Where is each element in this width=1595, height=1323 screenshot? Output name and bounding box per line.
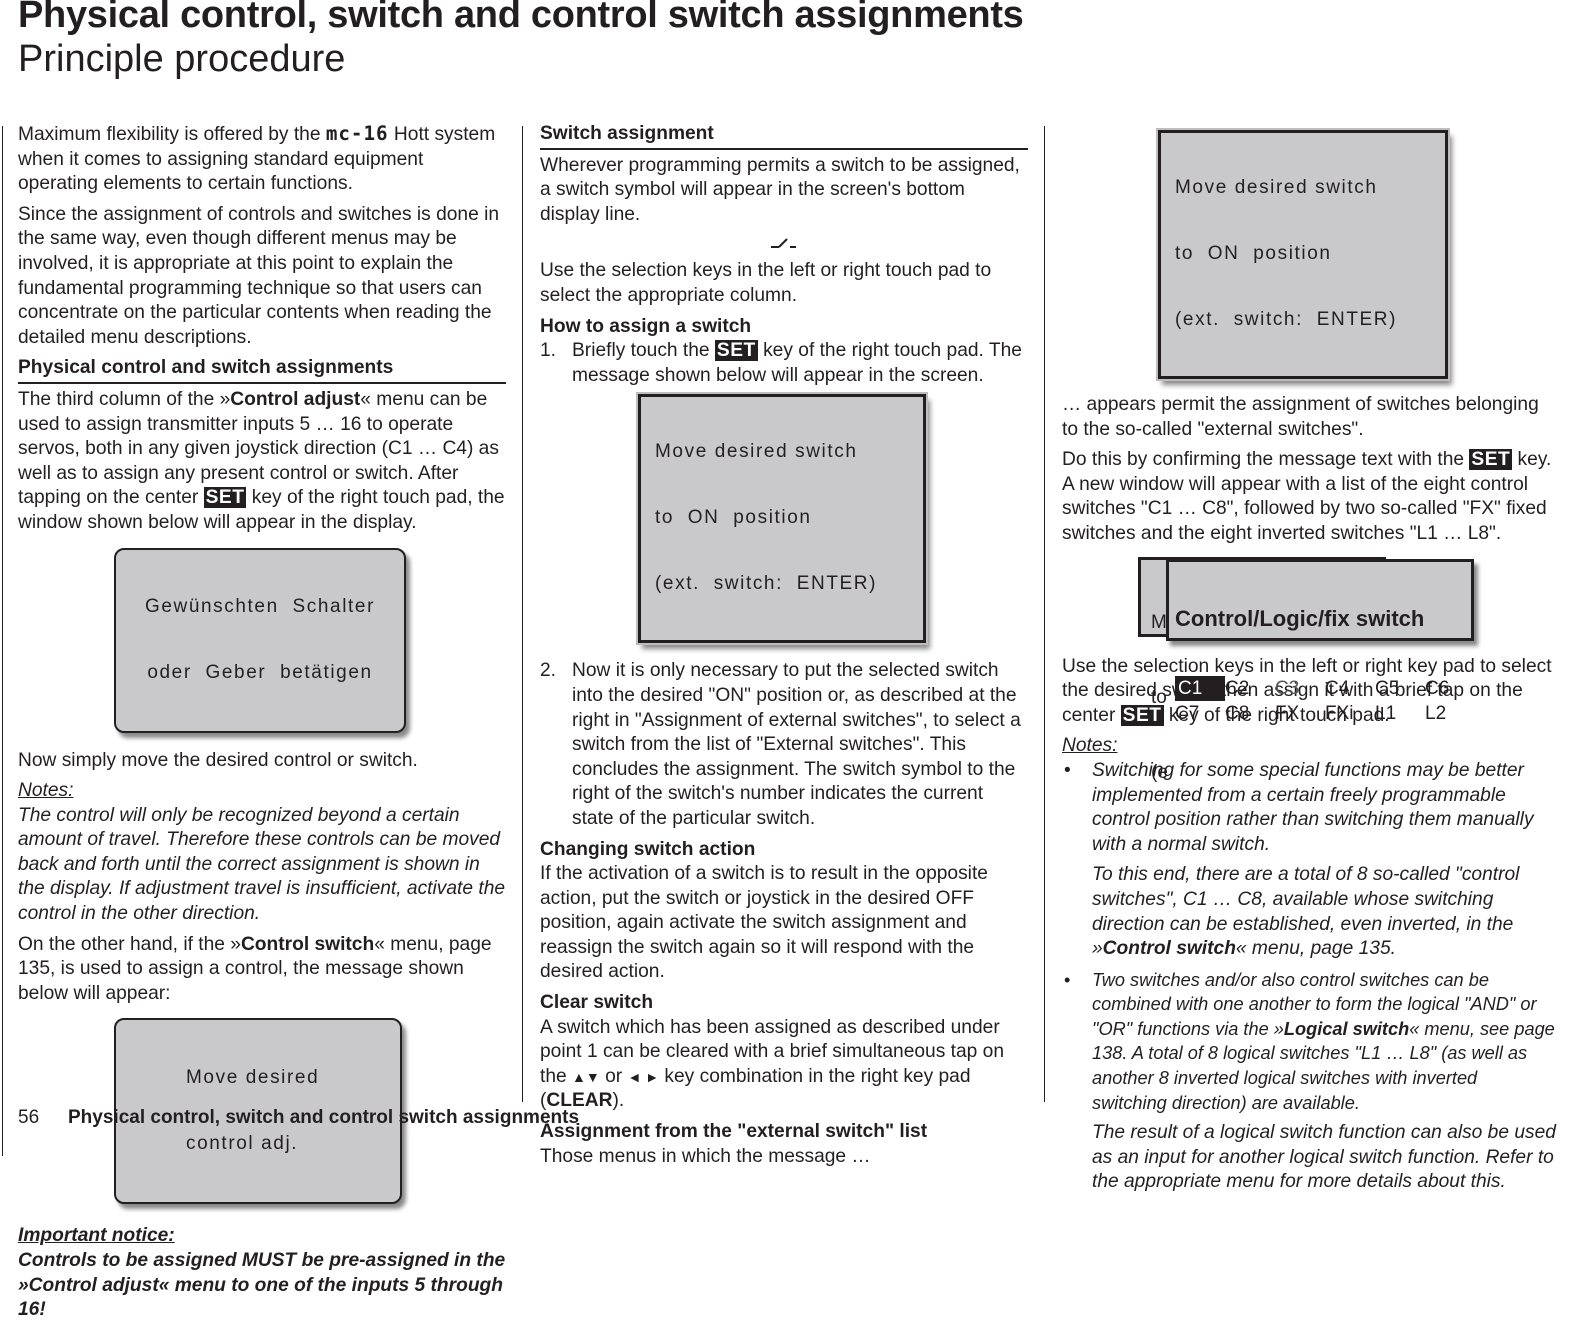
important-notice-text: Controls to be assigned MUST be pre-assi… xyxy=(18,1250,506,1321)
note-bullet-2: • Two switches and/or also control switc… xyxy=(1064,969,1556,1193)
column-divider-1 xyxy=(522,126,523,1102)
switch-option-c6[interactable]: C6 xyxy=(1425,676,1475,701)
set-key-badge: SET xyxy=(1469,449,1513,471)
lcd-display-german: Gewünschten Schalter oder Geber betätige… xyxy=(114,547,406,733)
left-right-arrows-icon: ◄ ► xyxy=(627,1068,660,1085)
section-heading-external-switch: Assignment from the "external switch" li… xyxy=(540,1121,928,1143)
switch-symbol-glyph xyxy=(771,238,796,249)
confirm-message-paragraph: Do this by confirming the message text w… xyxy=(1062,449,1552,544)
switch-list-popup: Control/Logic/fix switch C1 C2 C3 C4 C5 C6 C7 C… xyxy=(1166,558,1474,724)
section-heading-physical-control: Physical control and switch assignments xyxy=(18,356,506,384)
switch-list-grid: C1 C2 C3 C4 C5 C6 C7 C8 FX FXi L1 L2 xyxy=(1175,675,1471,726)
external-switches-paragraph: … appears permit the assignment of switc… xyxy=(1062,394,1539,440)
intro-paragraph-1: Maximum flexibility is offered by the mc… xyxy=(18,122,496,195)
important-notice-label: Important notice: xyxy=(18,1225,175,1247)
lcd-display-move-switch-ext: Move desired switch to ON position (ext.… xyxy=(1158,130,1448,379)
up-down-arrows-icon: ▲▼ xyxy=(572,1068,600,1085)
section-heading-switch-assignment: Switch assignment xyxy=(540,122,1028,150)
switch-option-fx[interactable]: FX xyxy=(1275,701,1325,726)
important-notice: Important notice: Controls to be assigne… xyxy=(18,1224,506,1322)
set-key-badge: SET xyxy=(203,487,247,509)
column-divider-2 xyxy=(1044,126,1045,1102)
move-control-paragraph: Now simply move the desired control or s… xyxy=(18,749,418,771)
step-2: 2. Now it is only necessary to put the s… xyxy=(540,660,1021,829)
step-1: 1. Briefly touch the SET key of the righ… xyxy=(540,340,1022,386)
switch-list-window-stack: M to (e Control/Logic/fix switch C1 C2 C3 C… xyxy=(1062,553,1557,783)
footer-title: Physical control, switch and control swi… xyxy=(68,1107,580,1128)
bullet-icon: • xyxy=(1064,759,1071,781)
switch-option-c1[interactable]: C1 xyxy=(1175,675,1225,701)
note-bullet-1: • Switching for some special functions m… xyxy=(1064,759,1534,960)
notes-text: The control will only be recognized beyo… xyxy=(18,804,506,925)
switch-list-title: Control/Logic/fix switch xyxy=(1175,605,1425,631)
section-heading-changing-switch: Changing switch action xyxy=(540,838,756,860)
notes-block: Notes: The control will only be recogniz… xyxy=(18,779,506,927)
external-switch-paragraph: Those menus in which the message … xyxy=(540,1145,871,1167)
control-switch-paragraph: On the other hand, if the »Control switc… xyxy=(18,933,492,1004)
mc16-logo: mc-16 xyxy=(325,122,389,145)
switch-option-c8[interactable]: C8 xyxy=(1225,701,1275,726)
column-2: Switch assignment Wherever programming p… xyxy=(540,122,1028,1175)
bullet-icon: • xyxy=(1064,969,1071,990)
switch-option-c4[interactable]: C4 xyxy=(1325,676,1375,701)
page-subtitle: Principle procedure xyxy=(18,38,346,80)
changing-switch-paragraph: If the activation of a switch is to resu… xyxy=(540,863,988,983)
section-heading-how-to-assign: How to assign a switch xyxy=(540,315,752,337)
clear-switch-paragraph: A switch which has been assigned as desc… xyxy=(540,1016,1004,1112)
switch-option-c7[interactable]: C7 xyxy=(1175,701,1225,726)
column-1: Maximum flexibility is offered by the mc… xyxy=(18,122,506,1323)
switch-option-fxi[interactable]: FXi xyxy=(1325,701,1375,726)
switch-symbol-paragraph: Wherever programming permits a switch to… xyxy=(540,154,1020,225)
page-number: 56 xyxy=(18,1107,40,1128)
switch-option-c5[interactable]: C5 xyxy=(1375,676,1425,701)
set-key-badge: SET xyxy=(714,340,758,362)
page-footer: 56 Physical control, switch and control s… xyxy=(18,1107,579,1129)
lcd-display-move-switch: Move desired switch to ON position (ext.… xyxy=(638,394,926,644)
switch-option-l1[interactable]: L1 xyxy=(1375,701,1425,726)
selection-keys-paragraph: Use the selection keys in the left or ri… xyxy=(540,260,992,306)
section-heading-clear-switch: Clear switch xyxy=(540,992,654,1014)
column-3: Move desired switch to ON position (ext.… xyxy=(1062,122,1557,1201)
intro-paragraph-2: Since the assignment of controls and swi… xyxy=(18,203,500,348)
switch-option-c2[interactable]: C2 xyxy=(1225,676,1275,701)
switch-option-l2[interactable]: L2 xyxy=(1425,701,1475,726)
control-adjust-paragraph: The third column of the »Control adjust«… xyxy=(18,388,505,533)
notes-label: Notes: xyxy=(18,780,74,802)
switch-symbol-icon xyxy=(540,233,1028,259)
column-divider-left xyxy=(2,126,3,1156)
switch-option-c3[interactable]: C3 xyxy=(1275,676,1325,701)
page-title: Physical control, switch and control swi… xyxy=(18,0,1024,36)
